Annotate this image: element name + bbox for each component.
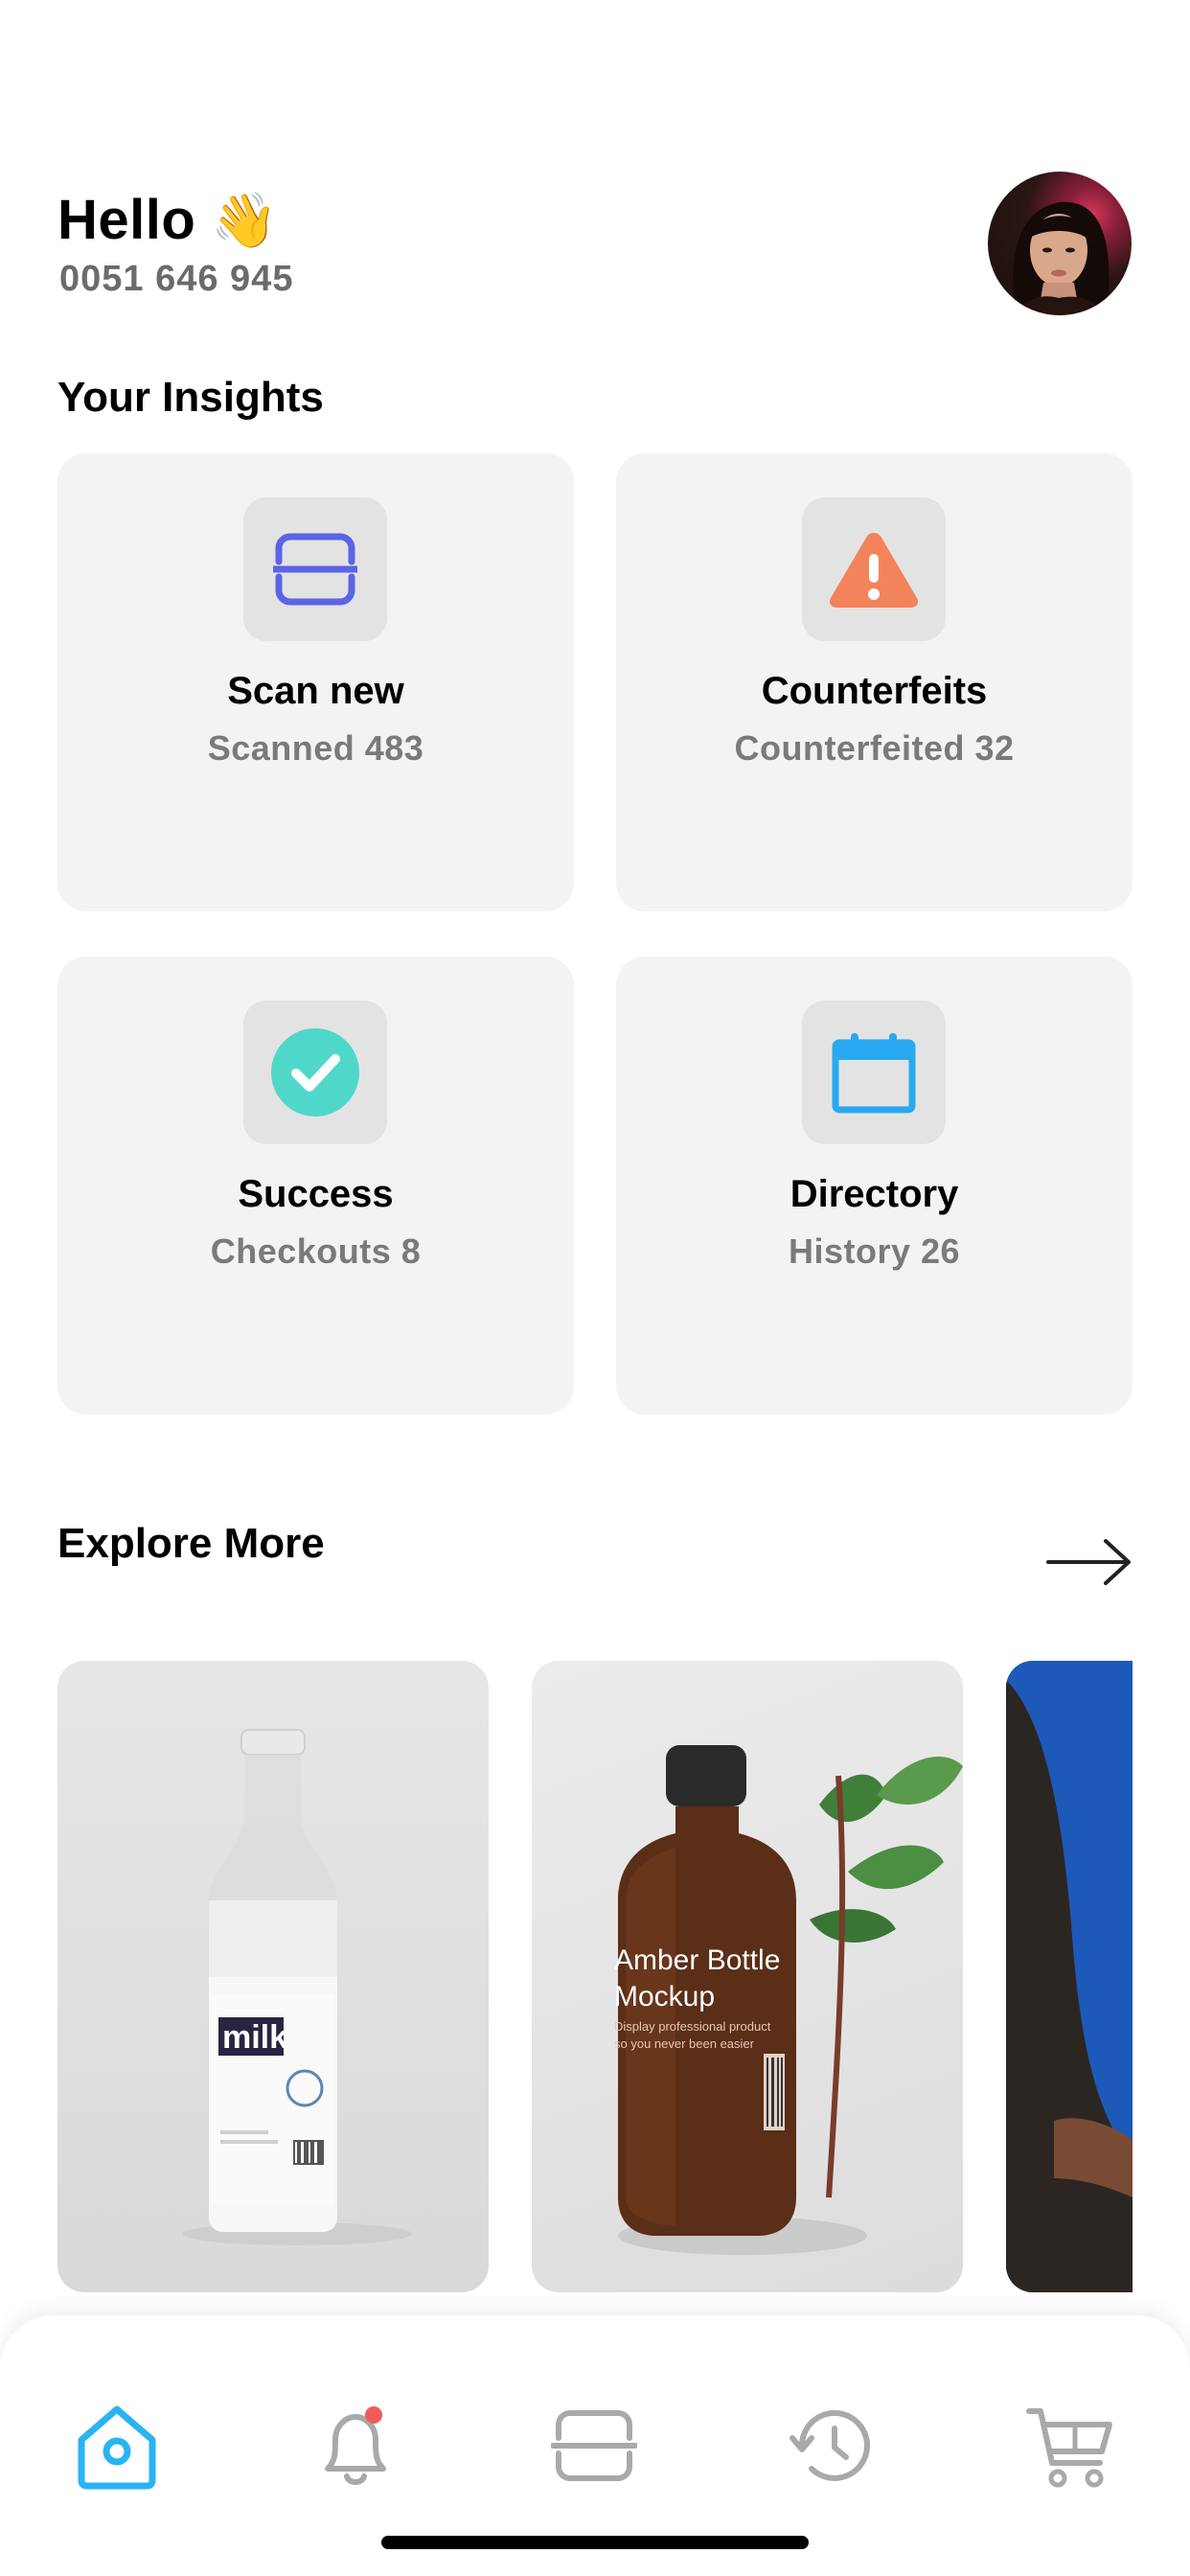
counterfeits-card[interactable]: Counterfeits Counterfeited 32: [616, 453, 1133, 911]
card-subtitle: Counterfeited 32: [734, 728, 1015, 768]
card-title: Scan new: [227, 670, 404, 712]
explore-card-partial[interactable]: [1006, 1661, 1133, 2292]
milk-bottle-image: milk: [182, 1729, 412, 2245]
card-title: Directory: [790, 1173, 959, 1215]
check-circle-icon: [271, 1028, 359, 1116]
calendar-icon: [832, 1033, 916, 1114]
card-subtitle: History 26: [788, 1231, 961, 1271]
cart-icon: [1026, 2408, 1112, 2488]
amber-headline-line1: Amber Bottle: [614, 1944, 780, 1976]
calendar-icon-box: [802, 1000, 946, 1144]
directory-card[interactable]: Directory History 26: [616, 956, 1133, 1414]
scan-new-card[interactable]: Scan new Scanned 483: [57, 453, 574, 911]
scan-icon-box: [243, 497, 387, 641]
nav-home[interactable]: [69, 2398, 165, 2494]
phone-number: 0051 646 945: [59, 259, 294, 299]
scan-icon: [273, 533, 357, 606]
home-indicator: [381, 2536, 809, 2549]
explore-card-amber-bottle[interactable]: Amber Bottle Mockup Display professional…: [532, 1661, 963, 2292]
nav-notifications[interactable]: [308, 2398, 403, 2494]
card-title: Counterfeits: [761, 670, 988, 712]
check-icon-box: [243, 1000, 387, 1144]
warning-icon: [829, 533, 919, 608]
avatar[interactable]: [988, 172, 1132, 315]
card-title: Success: [238, 1173, 394, 1215]
nav-history[interactable]: [785, 2398, 881, 2494]
nav-cart[interactable]: [1023, 2398, 1119, 2494]
explore-card-milk[interactable]: milk: [57, 1661, 489, 2292]
notification-badge: [365, 2406, 382, 2424]
person-image: [1006, 1661, 1133, 2292]
amber-headline-line2: Mockup: [614, 1981, 715, 2012]
bell-icon: [325, 2406, 386, 2485]
greeting-text: Hello: [57, 189, 196, 251]
greeting-title: Hello 👋: [57, 188, 279, 252]
warning-icon-box: [802, 497, 946, 641]
amber-tagline-line1: Display professional product: [614, 2019, 771, 2034]
card-subtitle: Checkouts 8: [210, 1231, 422, 1271]
amber-bottle-image: Amber Bottle Mockup Display professional…: [614, 1745, 963, 2255]
milk-label-text: milk: [222, 2019, 287, 2056]
scan-icon: [551, 2410, 637, 2481]
explore-title: Explore More: [57, 1520, 325, 1567]
insights-title: Your Insights: [57, 374, 324, 421]
success-card[interactable]: Success Checkouts 8: [57, 956, 574, 1414]
amber-tagline-line2: so you never been easier: [614, 2036, 755, 2051]
nav-scan[interactable]: [546, 2398, 642, 2494]
history-icon: [790, 2409, 870, 2481]
card-subtitle: Scanned 483: [207, 728, 424, 768]
wave-emoji-icon: 👋: [211, 189, 279, 252]
arrow-right-icon[interactable]: [1044, 1533, 1133, 1591]
home-icon: [78, 2405, 156, 2490]
home-screen: Hello 👋 0051 646 945 Your Insights Scan …: [0, 0, 1190, 2576]
